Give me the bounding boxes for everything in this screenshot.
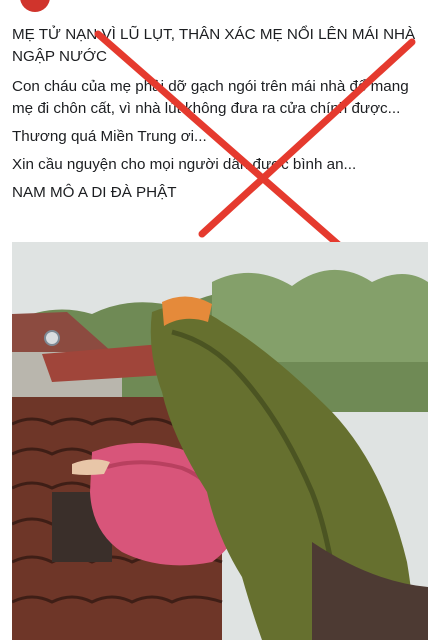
satellite-dish	[44, 330, 60, 346]
avatar[interactable]	[20, 0, 50, 12]
post-paragraph-1: Con cháu của mẹ phải dỡ gạch ngói trên m…	[12, 78, 409, 117]
post-paragraph-4: NAM MÔ A DI ĐÀ PHẬT	[12, 184, 177, 201]
rescue-photo	[12, 242, 428, 640]
post-headline: MẸ TỬ NẠN VÌ LŨ LỤT, THÂN XÁC MẸ NỔI LÊN…	[12, 26, 416, 65]
post-text: MẸ TỬ NẠN VÌ LŨ LỤT, THÂN XÁC MẸ NỔI LÊN…	[12, 24, 430, 210]
post-photo[interactable]	[12, 242, 428, 640]
post-header-strip	[0, 0, 438, 22]
post-paragraph-2: Thương quá Miền Trung ơi...	[12, 128, 207, 145]
post-paragraph-3: Xin cầu nguyện cho mọi người dân được bì…	[12, 156, 357, 173]
